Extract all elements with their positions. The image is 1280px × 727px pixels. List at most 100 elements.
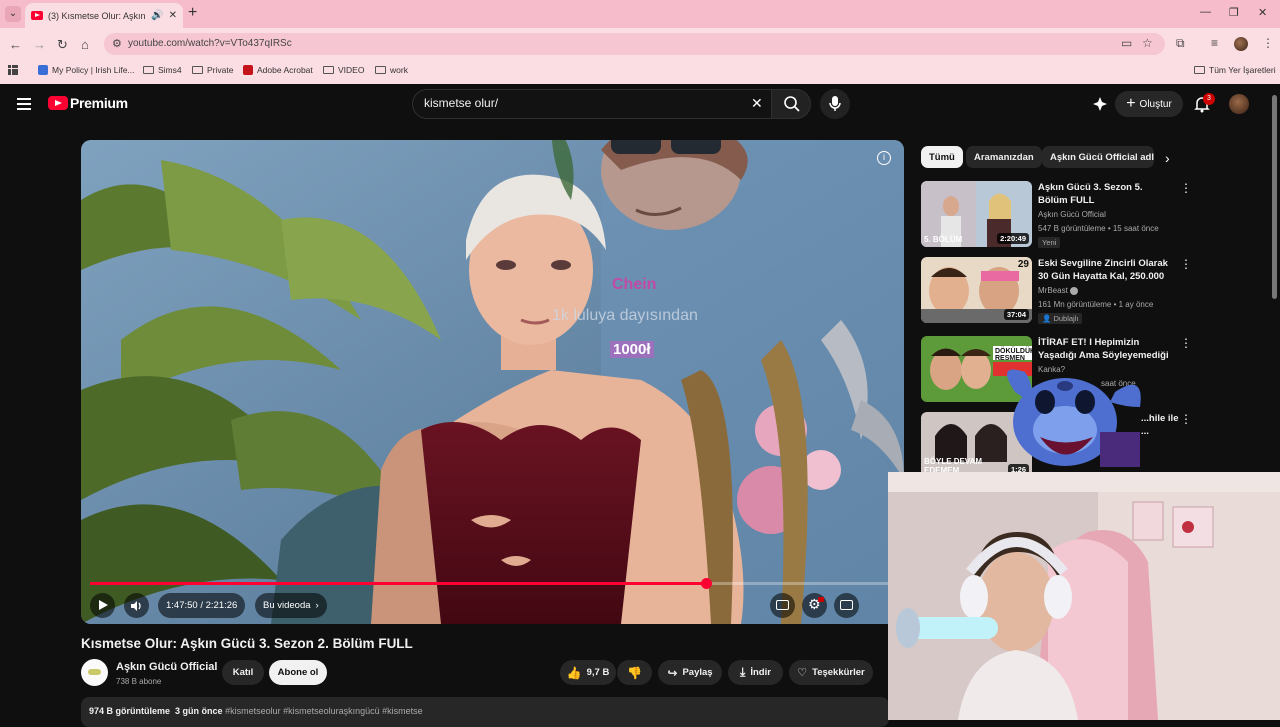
maximize-icon[interactable]: ❐ [1229,6,1239,19]
home-icon[interactable]: ⌂ [81,37,89,53]
chip-from-search[interactable]: Aramanızdan [966,146,1042,168]
new-tab-icon[interactable]: + [188,5,197,21]
recommendation-title[interactable]: ...hile ile ... Oluyor? ... [1141,412,1181,438]
share-button[interactable]: ↪ Paylaş [658,660,722,685]
duration-badge: 2:20:49 [997,233,1029,244]
site-info-icon[interactable]: ⚙ [112,37,122,50]
donation-overlay-message: 1k luluya dayısından [552,307,698,324]
bookmark-sims4[interactable]: Sims4 [143,65,182,75]
search-icon [784,96,800,112]
more-options-icon[interactable]: ⋮ [1180,258,1192,270]
search-clear-icon[interactable]: ✕ [751,95,763,112]
tab-close-icon[interactable]: ✕ [169,10,177,21]
gemini-sparkle-icon[interactable] [1092,96,1108,112]
channel-avatar[interactable] [81,659,108,686]
cast-icon[interactable]: ▭ [1121,36,1132,50]
account-avatar[interactable] [1229,94,1249,114]
description-summary[interactable]: 974 B görüntüleme 3 gün önce #kismetseol… [89,706,423,716]
more-options-icon[interactable]: ⋮ [1180,413,1192,425]
video-title: Kısmetse Olur: Aşkın Gücü 3. Sezon 2. Bö… [81,636,413,651]
super-thanks-icon: ♡ [797,667,808,679]
guide-menu-icon[interactable] [17,98,31,110]
subtitles-icon [776,600,789,610]
dislike-button[interactable]: 👎 [616,660,652,685]
page-scrollbar[interactable] [1272,95,1277,299]
all-bookmarks[interactable]: Tüm Yer İşaretleri [1194,65,1276,75]
thumbnail-text: DÖKÜLDÜK RESMEN [995,348,1032,362]
create-button[interactable]: + Oluştur [1115,91,1183,117]
youtube-premium-wordmark[interactable]: Premium [70,95,128,111]
thanks-button[interactable]: ♡ Teşekkürler [789,660,873,685]
voice-search-button[interactable] [820,89,850,119]
recommendation-item[interactable]: 29 37:04 Eski Sevgiline Zincirli Olarak … [921,257,1261,327]
youtube-logo-icon[interactable] [48,96,68,110]
download-icon: ⤓ [740,665,746,679]
bookmark-work[interactable]: work [375,65,408,75]
video-progress-bar[interactable] [90,578,890,589]
address-url[interactable]: youtube.com/watch?v=VTo437qIRSc [128,38,292,49]
recommendation-title[interactable]: İTİRAF ET! I Hepimizin Yaşadığı Ama Söyl… [1038,336,1174,362]
browser-tab-active[interactable]: (3) Kısmetse Olur: Aşkın Gü 🔊 ✕ [25,3,183,28]
play-icon [99,600,108,610]
back-icon[interactable]: ← [9,37,22,53]
speaker-icon[interactable]: 🔊 [151,10,163,21]
irish-life-icon [38,65,48,75]
profile-avatar[interactable] [1234,37,1248,51]
recommendation-title[interactable]: Eski Sevgiline Zincirli Olarak 30 Gün Ha… [1038,257,1174,283]
thumbs-up-icon: 👍 [566,665,582,680]
subscribe-button[interactable]: Abone ol [269,660,327,685]
recommendation-item[interactable]: 5. BÖLÜM 2:20:49 Aşkın Gücü 3. Sezon 5. … [921,181,1261,251]
download-button[interactable]: ⤓ İndir [728,660,783,685]
video-info-icon[interactable]: i [877,151,891,165]
recommendation-title[interactable]: Aşkın Gücü 3. Sezon 5. Bölüm FULL [1038,181,1174,207]
microphone-icon [829,96,841,111]
recommendation-channel[interactable]: MrBeast [1038,286,1079,295]
volume-button[interactable] [124,593,149,618]
share-icon: ↪ [667,665,678,680]
folder-icon [375,66,386,74]
chip-all[interactable]: Tümü [921,146,963,168]
minimize-icon[interactable]: — [1200,6,1211,18]
tab-search-menu-icon[interactable]: ⌄ [5,6,21,22]
subscriber-count: 738 B abone [116,677,162,686]
media-controls-icon[interactable]: ≡ [1211,36,1218,50]
recommendation-thumbnail[interactable]: 5. BÖLÜM 2:20:49 [921,181,1032,247]
new-badge: Yeni [1038,237,1061,248]
adobe-acrobat-icon [243,65,253,75]
reload-icon[interactable]: ↻ [57,37,68,53]
join-button[interactable]: Katıl [222,660,264,685]
miniplayer-icon [840,600,853,610]
chip-from-channel[interactable]: Aşkın Gücü Official adlı y [1042,146,1154,168]
video-player[interactable]: i [81,140,904,624]
like-button[interactable]: 👍 9,7 B [560,660,616,685]
more-options-icon[interactable]: ⋮ [1180,337,1192,349]
bookmark-my-policy[interactable]: My Policy | Irish Life... [38,65,135,75]
chapter-button[interactable]: Bu videoda › [255,593,327,618]
video-progress-scrubber[interactable] [701,578,712,589]
bookmark-star-icon[interactable]: ☆ [1142,36,1153,50]
more-options-icon[interactable]: ⋮ [1180,182,1192,194]
stitch-sticker-image [1007,369,1141,467]
extensions-icon[interactable]: ⧉ [1176,36,1185,51]
channel-name[interactable]: Aşkın Gücü Official [116,661,217,673]
play-button[interactable] [90,593,115,618]
bookmark-adobe-acrobat[interactable]: Adobe Acrobat [243,65,313,75]
bookmark-private[interactable]: Private [192,65,233,75]
youtube-favicon-icon [31,11,43,20]
subtitles-button[interactable] [770,593,795,618]
webcam-overlay [888,472,1280,720]
chevron-right-icon[interactable]: › [1165,150,1170,166]
forward-icon[interactable]: → [33,37,46,53]
search-input-value[interactable]: kismetse olur/ [424,96,498,110]
chevron-right-icon: › [315,600,319,611]
search-button[interactable] [771,89,811,119]
bookmark-video[interactable]: VIDEO [323,65,364,75]
recommendation-thumbnail[interactable]: 29 37:04 [921,257,1032,323]
browser-menu-icon[interactable]: ⋮ [1262,36,1274,50]
miniplayer-button[interactable] [834,593,859,618]
settings-button[interactable]: ⚙ [802,593,827,618]
window-close-icon[interactable]: ✕ [1258,6,1267,19]
donation-overlay-amount: 1000ł [610,341,654,358]
recommendation-channel[interactable]: Aşkın Gücü Official [1038,210,1106,219]
apps-grid-icon[interactable] [8,65,18,75]
